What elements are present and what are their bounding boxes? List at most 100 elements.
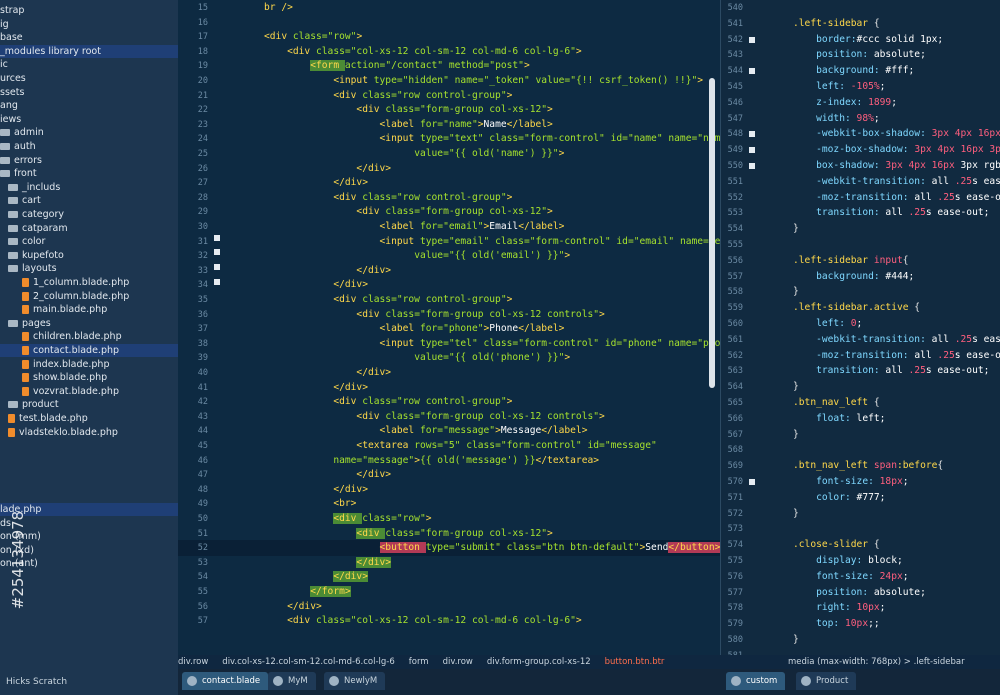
tree-item[interactable]: 1_column.blade.php [0,276,178,289]
code-line[interactable]: -moz-transition: all .25s ease-out; [793,190,1000,206]
code-line[interactable]: </div> [264,599,322,615]
tree-item[interactable]: show.blade.php [0,371,178,384]
code-line[interactable]: </div> [264,365,391,381]
code-line[interactable]: transition: all .25s ease-out; [793,363,989,379]
code-line[interactable]: name="message">{{ old('message') }}</tex… [264,453,599,469]
code-line[interactable]: font-size: 18px; [793,474,908,490]
code-line[interactable]: <div class="row control-group"> [264,88,512,104]
tree-item[interactable]: catparam [0,222,178,235]
code-line[interactable]: <input type="hidden" name="_token" value… [264,73,703,89]
code-line[interactable]: <form action="/contact" method="post"> [264,58,530,74]
code-line[interactable]: -webkit-transition: all .25s ease-o [793,174,1000,190]
code-line[interactable]: br /> [264,0,293,16]
code-line[interactable]: .btn_nav_left span:before{ [793,458,943,474]
code-line[interactable]: </div> [264,277,368,293]
tree-item[interactable]: kupefoto [0,249,178,262]
code-line[interactable]: </div> [264,482,368,498]
breadcrumb-item[interactable]: div.form-group.col-xs-12 [487,655,591,669]
code-line[interactable]: <div class="col-xs-12 col-sm-12 col-md-6… [264,613,582,629]
tree-item[interactable]: index.blade.php [0,358,178,371]
code-line[interactable]: <div class="col-xs-12 col-sm-12 col-md-6… [264,44,582,60]
tree-item[interactable]: main.blade.php [0,303,178,316]
code-line[interactable]: } [793,632,799,648]
code-line[interactable]: -webkit-transition: all .25s ease-ou [793,332,1000,348]
tree-item[interactable]: cart [0,194,178,207]
code-line[interactable]: <input type="tel" class="form-control" i… [264,336,720,352]
tree-item[interactable]: front [0,167,178,180]
tree-item[interactable]: vozvrat.blade.php [0,385,178,398]
code-line[interactable]: left: -105%; [793,79,885,95]
code-line[interactable]: } [793,284,799,300]
code-line[interactable]: value="{{ old('phone') }}"> [264,350,570,366]
breadcrumb-item[interactable]: div.row [443,655,473,669]
code-line[interactable]: position: absolute; [793,585,926,601]
editor-tab[interactable]: NewlyM [324,672,386,690]
code-line[interactable]: <div class="row control-group"> [264,190,512,206]
editor-tab[interactable]: Product [796,672,857,690]
code-line[interactable]: <div class="form-group col-xs-12 control… [264,409,604,425]
code-line[interactable]: .close-slider { [793,537,880,553]
code-line[interactable]: <button type="submit" class="btn btn-def… [264,540,720,556]
editor-tab[interactable]: custom [726,672,786,690]
tree-item[interactable]: ssets [0,86,178,99]
tree-item[interactable]: strap [0,4,178,17]
code-line[interactable]: <div class="row control-group"> [264,394,512,410]
tree-item[interactable]: 2_column.blade.php [0,290,178,303]
code-line[interactable]: display: block; [793,553,903,569]
code-line[interactable]: <div class="row"> [264,511,432,527]
breadcrumb-item[interactable]: form [409,655,429,669]
code-line[interactable]: </div> [264,161,391,177]
code-line[interactable]: </div> [264,175,368,191]
tree-item[interactable]: vladsteklo.blade.php [0,426,178,439]
editor-tab[interactable]: contact.blade [182,672,269,690]
code-line[interactable]: </form> [264,584,351,600]
breadcrumb-item[interactable]: div.col-xs-12.col-sm-12.col-md-6.col-lg-… [222,655,394,669]
tree-item[interactable]: children.blade.php [0,330,178,343]
tree-item[interactable]: layouts [0,262,178,275]
code-line[interactable]: <input type="text" class="form-control" … [264,131,720,147]
code-line[interactable]: font-size: 24px; [793,569,908,585]
tree-item[interactable]: product [0,398,178,411]
code-line[interactable]: -moz-transition: all .25s ease-out; [793,348,1000,364]
code-line[interactable]: <div class="row control-group"> [264,292,512,308]
code-line[interactable]: <label for="phone">Phone</label> [264,321,565,337]
code-line[interactable]: .left-sidebar.active { [793,300,920,316]
code-line[interactable]: value="{{ old('name') }}"> [264,146,564,162]
tree-item[interactable]: pages [0,317,178,330]
code-line[interactable]: <input type="email" class="form-control"… [264,234,720,250]
code-line[interactable]: -moz-box-shadow: 3px 4px 16px 3px [793,142,1000,158]
code-line[interactable]: } [793,506,799,522]
code-line[interactable]: </div> [264,555,392,571]
tree-item[interactable]: _includs [0,181,178,194]
code-line[interactable]: <div class="row"> [264,29,362,45]
code-line[interactable]: <label for="message">Message</label> [264,423,588,439]
code-line[interactable]: <textarea rows="5" class="form-control" … [264,438,656,454]
tree-item[interactable]: ic [0,58,178,71]
code-line[interactable]: </div> [264,263,391,279]
code-line[interactable]: background: #444; [793,269,914,285]
editor-pane-html[interactable]: 15 br /> 16 17 <div class="row"> 18 <div clas… [178,0,720,655]
code-line[interactable]: <div class="form-group col-xs-12 control… [264,307,604,323]
code-line[interactable]: <br> [264,496,356,512]
code-line[interactable]: float: left; [793,411,885,427]
tree-item[interactable]: auth [0,140,178,153]
code-line[interactable]: } [793,379,799,395]
code-line[interactable]: <label for="name">Name</label> [264,117,553,133]
breadcrumb-item[interactable]: div.row [178,655,208,669]
tree-item[interactable]: iews [0,113,178,126]
tree-item[interactable]: color [0,235,178,248]
code-line[interactable]: border:#ccc solid 1px; [793,32,943,48]
code-line[interactable]: .btn_nav_left { [793,395,880,411]
code-line[interactable]: </div> [264,467,391,483]
code-line[interactable]: color: #777; [793,490,885,506]
code-line[interactable]: </div> [264,569,368,585]
tree-item[interactable]: ang [0,99,178,112]
code-line[interactable]: z-index: 1899; [793,95,897,111]
code-line[interactable]: .left-sidebar input{ [793,253,909,269]
code-line[interactable]: width: 98%; [793,111,880,127]
code-line[interactable]: <div class="form-group col-xs-12"> [264,102,552,118]
code-line[interactable]: box-shadow: 3px 4px 16px 3px rgba(0 [793,158,1000,174]
tree-item[interactable]: base [0,31,178,44]
editor-pane-css[interactable]: 540 541 .left-sidebar {542 border:#ccc sol… [720,0,1000,655]
code-line[interactable]: .left-sidebar { [793,16,880,32]
